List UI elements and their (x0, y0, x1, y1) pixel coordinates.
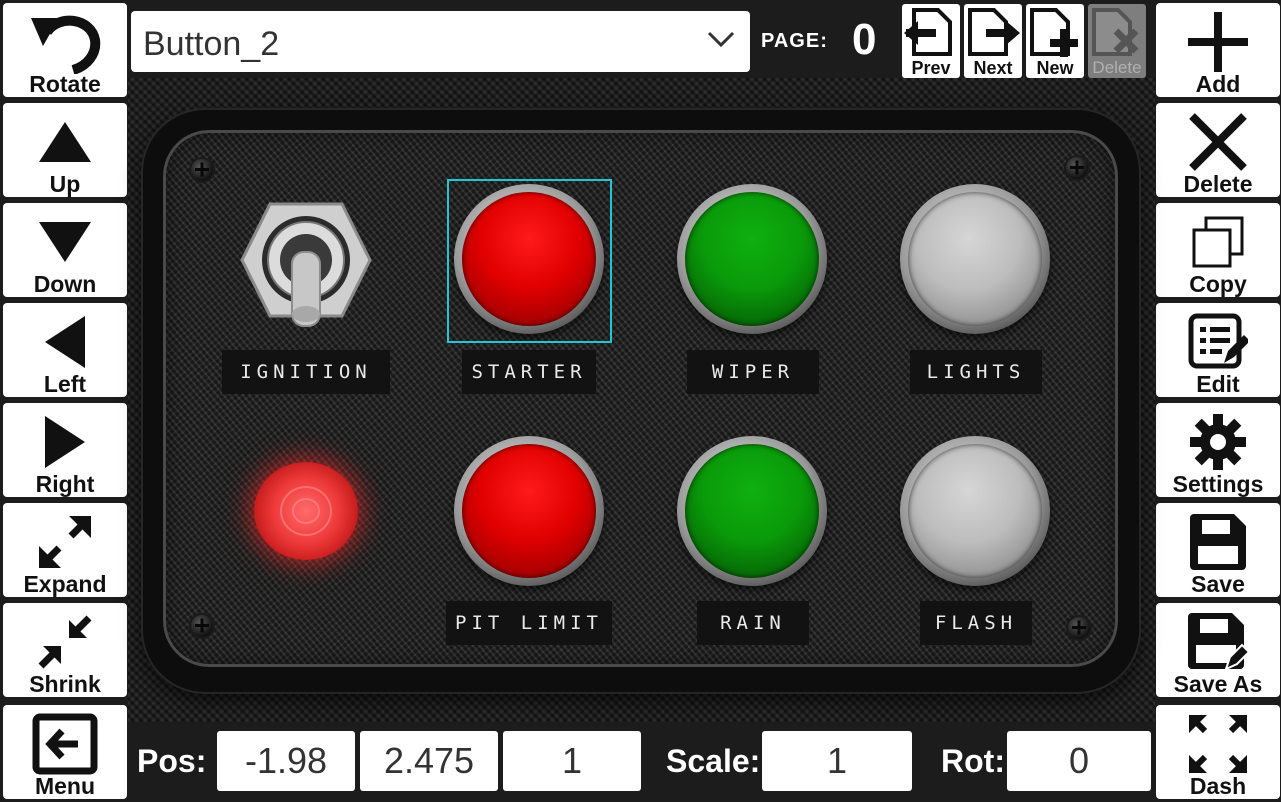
led-ring (292, 498, 320, 524)
page-delete-icon (1088, 6, 1146, 58)
pos-z-field[interactable]: 1 (503, 731, 641, 791)
rot-label: Rot: (941, 743, 1005, 779)
arrow-up-icon (3, 109, 127, 175)
settings-button[interactable]: Settings (1156, 403, 1280, 497)
ignition-label: IGNITION (222, 350, 390, 394)
menu-label: Menu (34, 773, 96, 799)
delete-button[interactable]: Delete (1156, 103, 1280, 197)
expand-button[interactable]: Expand (3, 503, 127, 597)
scale-field[interactable]: 1 (762, 731, 912, 791)
expand-label: Expand (23, 571, 107, 597)
element-select[interactable]: Button_2 (131, 11, 750, 72)
page-number: 0 (852, 15, 877, 64)
arrow-down-icon (3, 209, 127, 275)
flash-button[interactable] (900, 436, 1050, 586)
page-prev-button[interactable]: Prev (902, 4, 960, 78)
starter-button-cap (462, 192, 596, 326)
save-button[interactable]: Save (1156, 503, 1280, 597)
pit-limit-label: PIT LIMIT (446, 601, 612, 645)
flash-button-cap (908, 444, 1042, 578)
settings-label: Settings (1172, 471, 1264, 497)
pit-limit-button[interactable] (454, 436, 604, 586)
page-prev-label: Prev (911, 58, 951, 78)
floppy-pen-icon (1156, 609, 1280, 675)
save-label: Save (1191, 571, 1245, 597)
dash-button[interactable]: Dash (1156, 705, 1280, 799)
copy-button[interactable]: Copy (1156, 203, 1280, 297)
page-next-icon (964, 6, 1022, 58)
edit-label: Edit (1196, 371, 1240, 397)
screw-icon (191, 159, 213, 181)
add-label: Add (1195, 71, 1241, 97)
rotate-icon (3, 9, 127, 75)
exit-menu-icon (3, 711, 127, 777)
screw-icon (1066, 157, 1088, 179)
page-delete-label: Delete (1092, 58, 1142, 77)
expand-icon (3, 509, 127, 575)
left-button[interactable]: Left (3, 303, 127, 397)
starter-button[interactable] (454, 184, 604, 334)
rotate-button[interactable]: Rotate (3, 3, 127, 97)
flash-label: FLASH (920, 601, 1032, 645)
starter-label: STARTER (462, 350, 596, 394)
x-icon (1156, 109, 1280, 175)
rain-button[interactable] (677, 436, 827, 586)
pos-x-field[interactable]: -1.98 (217, 731, 355, 791)
gear-icon (1156, 409, 1280, 475)
pos-label: Pos: (137, 743, 207, 779)
copy-label: Copy (1189, 271, 1247, 297)
delete-label: Delete (1183, 171, 1253, 197)
fullscreen-icon (1156, 711, 1280, 777)
rain-label: RAIN (697, 601, 809, 645)
plus-icon (1156, 9, 1280, 75)
scale-label: Scale: (666, 743, 761, 779)
save-as-label: Save As (1173, 671, 1263, 697)
copy-icon (1156, 209, 1280, 275)
up-button[interactable]: Up (3, 103, 127, 197)
page-new-icon (1026, 6, 1084, 58)
page-label: PAGE: (761, 30, 828, 52)
wiper-button[interactable] (677, 184, 827, 334)
floppy-icon (1156, 509, 1280, 575)
chevron-down-icon (706, 29, 736, 54)
dash-label: Dash (1189, 773, 1247, 799)
save-as-button[interactable]: Save As (1156, 603, 1280, 697)
ignition-toggle-switch[interactable] (240, 202, 372, 330)
wiper-button-cap (685, 192, 819, 326)
add-button[interactable]: Add (1156, 3, 1280, 97)
down-button[interactable]: Down (3, 203, 127, 297)
arrow-left-icon (3, 309, 127, 375)
shrink-button[interactable]: Shrink (3, 603, 127, 697)
lights-button-cap (908, 192, 1042, 326)
up-label: Up (49, 171, 81, 197)
page-new-button[interactable]: New (1026, 4, 1084, 78)
lights-button[interactable] (900, 184, 1050, 334)
page-next-label: Next (973, 58, 1013, 78)
page-next-button[interactable]: Next (964, 4, 1022, 78)
pit-limit-button-cap (462, 444, 596, 578)
pos-y-field[interactable]: 2.475 (360, 731, 498, 791)
shrink-icon (3, 609, 127, 675)
page-delete-button[interactable]: Delete (1088, 4, 1146, 78)
menu-button[interactable]: Menu (3, 705, 127, 799)
lights-label: LIGHTS (910, 350, 1042, 394)
left-label: Left (43, 371, 87, 397)
rot-field[interactable]: 0 (1007, 731, 1151, 791)
page-prev-icon (902, 6, 960, 58)
rain-button-cap (685, 444, 819, 578)
page-new-label: New (1036, 58, 1074, 78)
screw-icon (1068, 617, 1090, 639)
wiper-label: WIPER (687, 350, 819, 394)
edit-list-icon (1156, 309, 1280, 375)
right-button[interactable]: Right (3, 403, 127, 497)
right-label: Right (35, 471, 95, 497)
pit-limit-indicator-light (254, 462, 358, 560)
element-select-value: Button_2 (143, 25, 280, 63)
arrow-right-icon (3, 409, 127, 475)
down-label: Down (33, 271, 97, 297)
screw-icon (191, 615, 213, 637)
shrink-label: Shrink (29, 671, 101, 697)
edit-button[interactable]: Edit (1156, 303, 1280, 397)
rotate-label: Rotate (29, 71, 101, 97)
